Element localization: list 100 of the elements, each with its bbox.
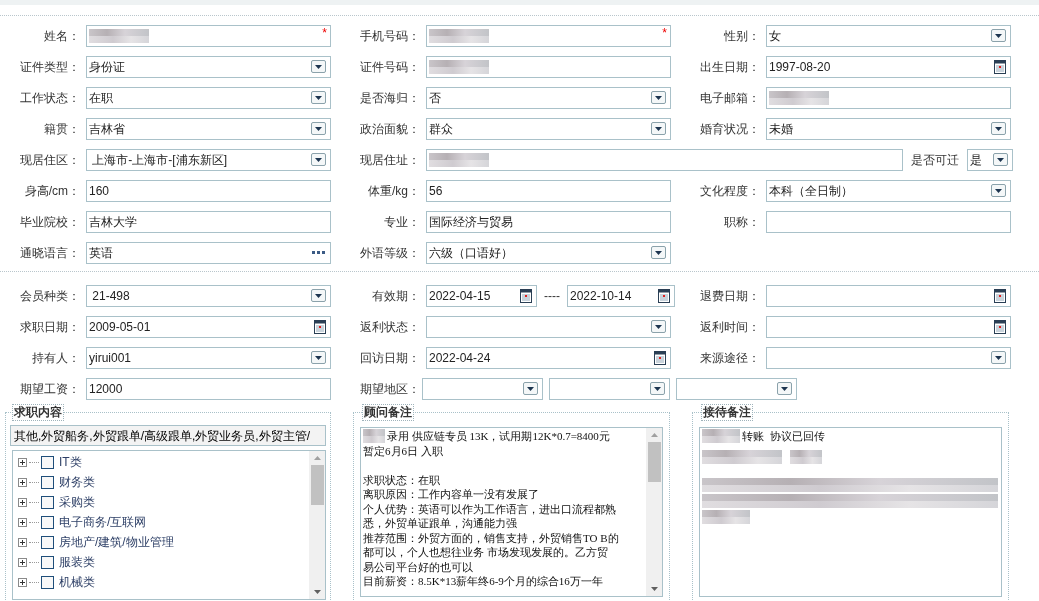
more-icon[interactable] [312, 250, 326, 255]
text-field[interactable]: 吉林大学 [86, 210, 331, 233]
calendar-icon[interactable] [658, 288, 670, 303]
dropdown-button[interactable] [991, 184, 1006, 197]
caret-icon [655, 324, 662, 329]
expand-icon[interactable] [18, 517, 27, 527]
text-field[interactable]: 国际经济与贸易 [426, 210, 671, 233]
dropdown-button[interactable] [523, 382, 538, 395]
text-field[interactable] [426, 55, 671, 78]
text-field[interactable]: 56 [426, 179, 671, 202]
calendar-icon[interactable] [520, 288, 532, 303]
dropdown-button[interactable] [311, 351, 326, 364]
panel-legend: 求职内容 [12, 405, 64, 421]
date-field[interactable]: 2022-04-15 [426, 284, 537, 307]
calendar-icon[interactable] [994, 288, 1006, 303]
dropdown-button[interactable] [311, 122, 326, 135]
text-field[interactable] [766, 86, 1011, 109]
date-field[interactable] [766, 315, 1011, 338]
checkbox[interactable] [41, 515, 54, 529]
field-label: 电子邮箱： [699, 89, 760, 107]
dropdown-field[interactable]: 21-498 [86, 284, 331, 307]
checkbox[interactable] [41, 575, 54, 589]
date-field[interactable] [766, 284, 1011, 307]
checkbox[interactable] [41, 495, 54, 509]
notes-area[interactable]: 录用 供应链专员 13K，试用期12K*0.7=8400元 暂定6月6日 入职 求职状态：在职 离职原因：工作内容单一没有发展了 个人优势：英语可以作为工作语言，进出口流程都熟 悉，外贸单证跟单，沟通能力强 推荐范围：外贸方面的，销售支持，外贸销售TO B的 都可以，个人也想往业务 市场发现发展的。乙方贸 易公司平台好的也可以 目前薪资：8.5K*13薪年终6-9个月的综合16万一年 [360, 427, 663, 597]
date-field[interactable]: 2022-10-14 [567, 284, 675, 307]
text-field[interactable] [766, 210, 1011, 233]
dropdown-button[interactable] [311, 91, 326, 104]
text-field[interactable]: * [86, 24, 331, 47]
dropdown-field[interactable]: 否 [426, 86, 671, 109]
tree-item[interactable]: 服装类 [59, 553, 95, 571]
expand-icon[interactable] [18, 557, 27, 567]
checkbox[interactable] [41, 555, 54, 569]
dropdown-button[interactable] [651, 122, 666, 135]
scrollbar[interactable] [309, 451, 325, 599]
picker-field[interactable]: 英语 [86, 241, 331, 264]
dropdown-button[interactable] [991, 351, 1006, 364]
dropdown-field[interactable]: 是 [967, 148, 1013, 171]
dropdown-field[interactable]: 六级（口语好） [426, 241, 671, 264]
scroll-thumb[interactable] [310, 465, 324, 505]
dropdown-button[interactable] [651, 91, 666, 104]
dropdown-field[interactable]: 本科（全日制） [766, 179, 1011, 202]
text-field[interactable] [426, 148, 903, 171]
field-label: 返利状态： [359, 318, 420, 336]
dropdown-field[interactable]: 吉林省 [86, 117, 331, 140]
dropdown-button[interactable] [991, 122, 1006, 135]
field-label: 毕业院校： [19, 213, 80, 231]
dropdown-button[interactable] [311, 60, 326, 73]
dropdown-field[interactable] [426, 315, 671, 338]
tree-item[interactable]: 房地产/建筑/物业管理 [59, 533, 174, 551]
dropdown-field[interactable]: 在职 [86, 86, 331, 109]
scroll-thumb[interactable] [647, 442, 661, 482]
dropdown-field[interactable]: 群众 [426, 117, 671, 140]
expand-icon[interactable] [18, 457, 27, 467]
field-label: 返利时间： [699, 318, 760, 336]
text-field[interactable]: 160 [86, 179, 331, 202]
dropdown-field[interactable] [549, 377, 670, 400]
date-field[interactable]: 2009-05-01 [86, 315, 331, 338]
expand-icon[interactable] [18, 477, 27, 487]
tree-item[interactable]: IT类 [59, 453, 82, 471]
dropdown-button[interactable] [991, 29, 1006, 42]
tree-item[interactable]: 采购类 [59, 493, 95, 511]
dropdown-field[interactable]: 上海市-上海市-[浦东新区] [86, 148, 331, 171]
calendar-icon[interactable] [314, 319, 326, 334]
scroll-down-icon[interactable] [650, 587, 658, 591]
field-label: 会员种类： [19, 287, 80, 305]
text-field[interactable]: * [426, 24, 671, 47]
expand-icon[interactable] [18, 537, 27, 547]
tree-item[interactable]: 电子商务/互联网 [59, 513, 147, 531]
dropdown-button[interactable] [651, 320, 666, 333]
dropdown-button[interactable] [311, 153, 326, 166]
scrollbar[interactable] [646, 428, 662, 596]
dropdown-button[interactable] [311, 289, 326, 302]
dropdown-field[interactable]: yirui001 [86, 346, 331, 369]
tree-item[interactable]: 机械类 [59, 573, 95, 591]
dropdown-field[interactable]: 身份证 [86, 55, 331, 78]
checkbox[interactable] [41, 475, 54, 489]
expand-icon[interactable] [18, 497, 27, 507]
calendar-icon[interactable] [994, 59, 1006, 74]
notes-area[interactable]: 转账 协议已回传 [699, 427, 1002, 597]
dropdown-button[interactable] [993, 153, 1008, 166]
checkbox[interactable] [41, 535, 54, 549]
caret-icon [527, 386, 534, 391]
date-field[interactable]: 2022-04-24 [426, 346, 671, 369]
dropdown-button[interactable] [651, 246, 666, 259]
text-field[interactable]: 12000 [86, 377, 331, 400]
dropdown-field[interactable] [422, 377, 543, 400]
dropdown-button[interactable] [777, 382, 792, 395]
dropdown-button[interactable] [650, 382, 665, 395]
date-field[interactable]: 1997-08-20 [766, 55, 1011, 78]
dropdown-field[interactable]: 女 [766, 24, 1011, 47]
calendar-icon[interactable] [654, 350, 666, 365]
expand-icon[interactable] [18, 577, 27, 587]
checkbox[interactable] [41, 455, 54, 469]
calendar-icon[interactable] [994, 319, 1006, 334]
tree-item[interactable]: 财务类 [59, 473, 95, 491]
dropdown-field[interactable]: 未婚 [766, 117, 1011, 140]
scroll-down-icon[interactable] [313, 590, 321, 594]
dropdown-field[interactable] [766, 346, 1011, 369]
dropdown-field[interactable] [676, 377, 797, 400]
